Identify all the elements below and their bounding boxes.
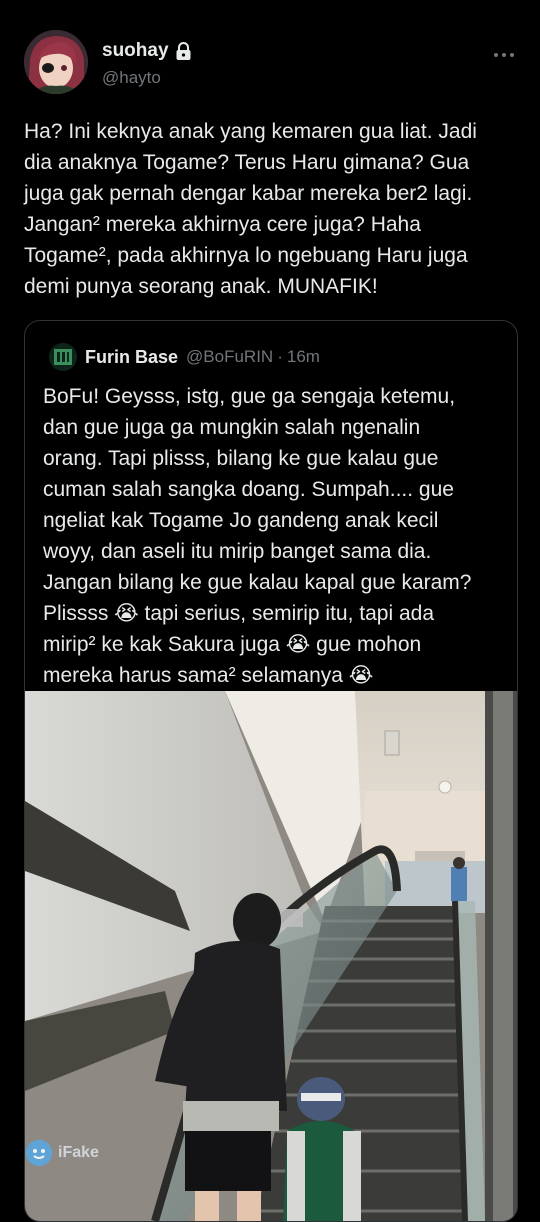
watermark-text: iFake	[58, 1144, 99, 1161]
quote-line: mereka harus sama² selamanya 😭	[43, 664, 374, 687]
quote-line: cuman salah sangka doang. Sumpah.... gue	[43, 478, 454, 501]
quote-line: BoFu! Geysss, istg, gue ga sengaja ketem…	[43, 385, 456, 408]
quote-line: orang. Tapi plisss, bilang ke gue kalau …	[43, 447, 439, 470]
ifake-logo-icon	[26, 1140, 52, 1166]
tweet-line: Togame², pada akhirnya lo ngebuang Haru …	[24, 244, 468, 267]
quote-line: woyy, dan aseli itu mirip banget sama di…	[43, 540, 432, 563]
tweet-header: suohay @hayto	[24, 30, 520, 110]
meta-separator: ·	[277, 347, 283, 366]
author-name-row: suohay	[102, 40, 192, 62]
tweet-line: Jangan² mereka akhirnya cere juga? Haha	[24, 213, 421, 236]
tweet-text: Ha? Ini keknya anak yang kemaren gua lia…	[24, 116, 520, 302]
quote-line: Plissss 😭 tapi serius, semirip itu, tapi…	[43, 602, 435, 625]
lock-icon	[175, 41, 192, 61]
quoted-time: 16m	[286, 347, 320, 366]
quoted-tweet[interactable]: Furin Base @BoFuRIN · 16m BoFu! Geysss, …	[24, 320, 518, 1222]
tweet-line: dia anaknya Togame? Terus Haru gimana? G…	[24, 151, 470, 174]
quote-line: Jangan bilang ke gue kalau kapal gue kar…	[43, 571, 472, 594]
more-horizontal-icon[interactable]	[492, 46, 516, 57]
quoted-author-avatar	[49, 343, 77, 371]
quoted-tweet-text: BoFu! Geysss, istg, gue ga sengaja ketem…	[43, 381, 505, 691]
quote-line: ngeliat kak Togame Jo gandeng anak kecil	[43, 509, 439, 532]
quoted-handle: @BoFuRIN	[186, 347, 274, 366]
tweet-line: Ha? Ini keknya anak yang kemaren gua lia…	[24, 120, 477, 143]
quote-line: mirip² ke kak Sakura juga 😭 gue mohon	[43, 633, 422, 656]
quoted-tweet-header: Furin Base @BoFuRIN · 16m	[49, 343, 320, 371]
quoted-display-name: Furin Base	[85, 346, 179, 367]
author-handle[interactable]: @hayto	[102, 68, 161, 88]
watermark: iFake	[26, 1140, 99, 1166]
tweet-line: demi punya seorang anak. MUNAFIK!	[24, 275, 378, 298]
author-avatar[interactable]	[24, 30, 88, 94]
quoted-meta: @BoFuRIN · 16m	[186, 347, 320, 367]
author-display-name[interactable]: suohay	[102, 40, 169, 62]
tweet-line: juga gak pernah dengar kabar mereka ber2…	[24, 182, 473, 205]
quote-line: dan gue juga ga mungkin salah ngenalin	[43, 416, 421, 439]
